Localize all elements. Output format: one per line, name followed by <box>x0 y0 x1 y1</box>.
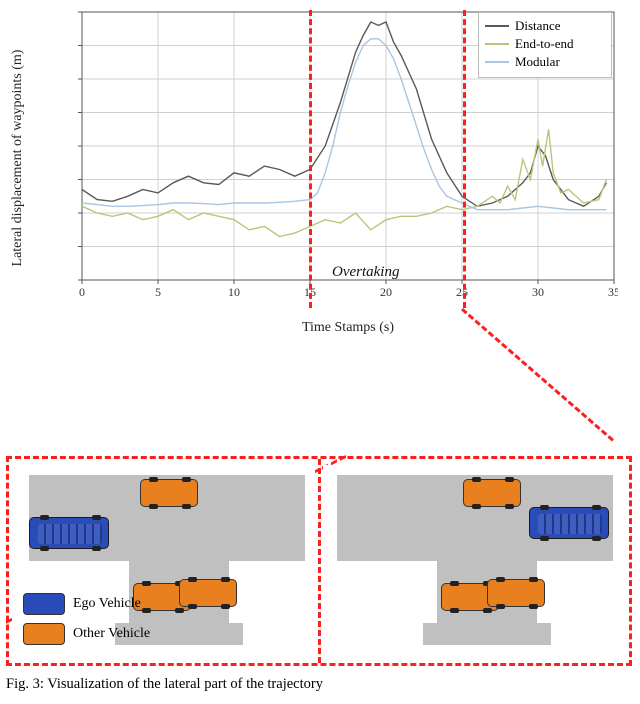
svg-text:0: 0 <box>79 285 85 299</box>
ego-vehicle-label: Ego Vehicle <box>73 596 141 612</box>
callout-line-left-top <box>309 10 312 308</box>
svg-text:10: 10 <box>228 285 240 299</box>
legend-label-end-to-end: End-to-end <box>515 36 573 52</box>
ego-vehicle <box>29 517 109 549</box>
legend-label-distance: Distance <box>515 18 560 34</box>
other-vehicle <box>179 579 237 607</box>
legend-item-distance: Distance <box>485 17 605 35</box>
vehicle-legend: Ego Vehicle Other Vehicle <box>23 589 150 649</box>
scene-after <box>323 465 623 657</box>
chart-plot: 05101520253035-0.2-0.10.00.10.20.30.40.5… <box>78 8 618 308</box>
legend-swatch-distance <box>485 25 509 27</box>
svg-text:25: 25 <box>456 285 468 299</box>
scenario-panels: Ego Vehicle Other Vehicle <box>6 456 632 666</box>
ego-vehicle <box>529 507 609 539</box>
svg-text:35: 35 <box>608 285 618 299</box>
legend-swatch-modular <box>485 61 509 63</box>
other-vehicle-swatch <box>23 623 65 645</box>
svg-text:30: 30 <box>532 285 544 299</box>
legend: Distance End-to-end Modular <box>478 12 612 78</box>
scene-before: Ego Vehicle Other Vehicle <box>15 465 315 657</box>
svg-text:20: 20 <box>380 285 392 299</box>
ego-vehicle-swatch <box>23 593 65 615</box>
legend-swatch-end-to-end <box>485 43 509 45</box>
x-axis-label: Time Stamps (s) <box>78 320 618 338</box>
legend-item-end-to-end: End-to-end <box>485 35 605 53</box>
figure-caption: Fig. 3: Visualization of the lateral par… <box>6 676 634 693</box>
annotation-overtaking: Overtaking <box>332 264 399 281</box>
legend-label-modular: Modular <box>515 54 560 70</box>
other-vehicle <box>463 479 521 507</box>
callout-line-right-top <box>463 10 466 308</box>
other-vehicle <box>487 579 545 607</box>
other-vehicle-label: Other Vehicle <box>73 626 150 642</box>
other-vehicle <box>140 479 198 507</box>
y-axis-label: Lateral displacement of waypoints (m) <box>10 8 30 308</box>
svg-text:5: 5 <box>155 285 161 299</box>
legend-item-modular: Modular <box>485 53 605 71</box>
